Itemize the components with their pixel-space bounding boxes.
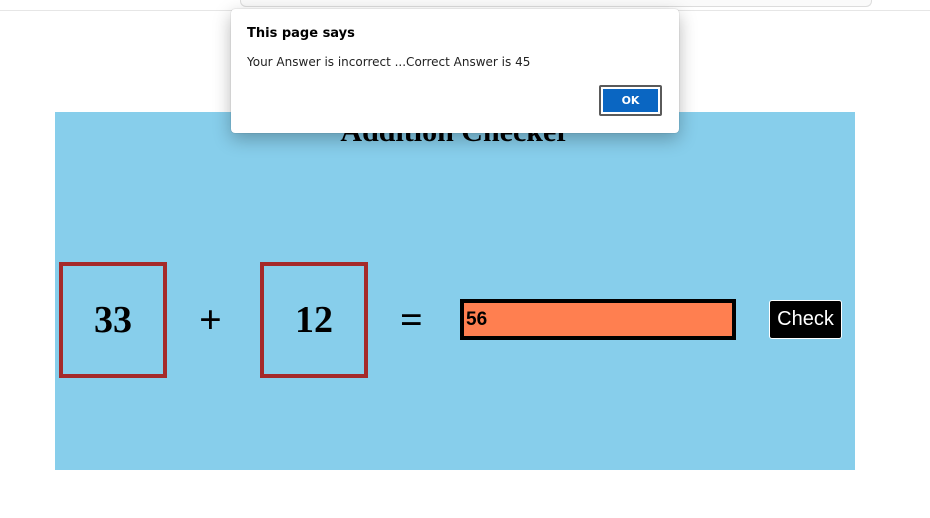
page: Addition Checker 33 + 12 = Check This pa… — [0, 0, 930, 518]
first-number-box: 33 — [59, 262, 167, 378]
answer-input[interactable] — [460, 299, 736, 340]
address-bar-edge — [240, 0, 872, 7]
dialog-title: This page says — [247, 26, 355, 41]
dialog-message: Your Answer is incorrect ...Correct Answ… — [247, 55, 531, 69]
second-number-box: 12 — [260, 262, 368, 378]
check-button[interactable]: Check — [769, 300, 842, 339]
alert-dialog: This page says Your Answer is incorrect … — [231, 9, 679, 133]
ok-button[interactable]: OK — [599, 85, 662, 116]
addition-checker-panel: Addition Checker 33 + 12 = Check — [55, 112, 855, 470]
equals-sign: = — [400, 297, 423, 342]
plus-operator: + — [199, 297, 222, 342]
